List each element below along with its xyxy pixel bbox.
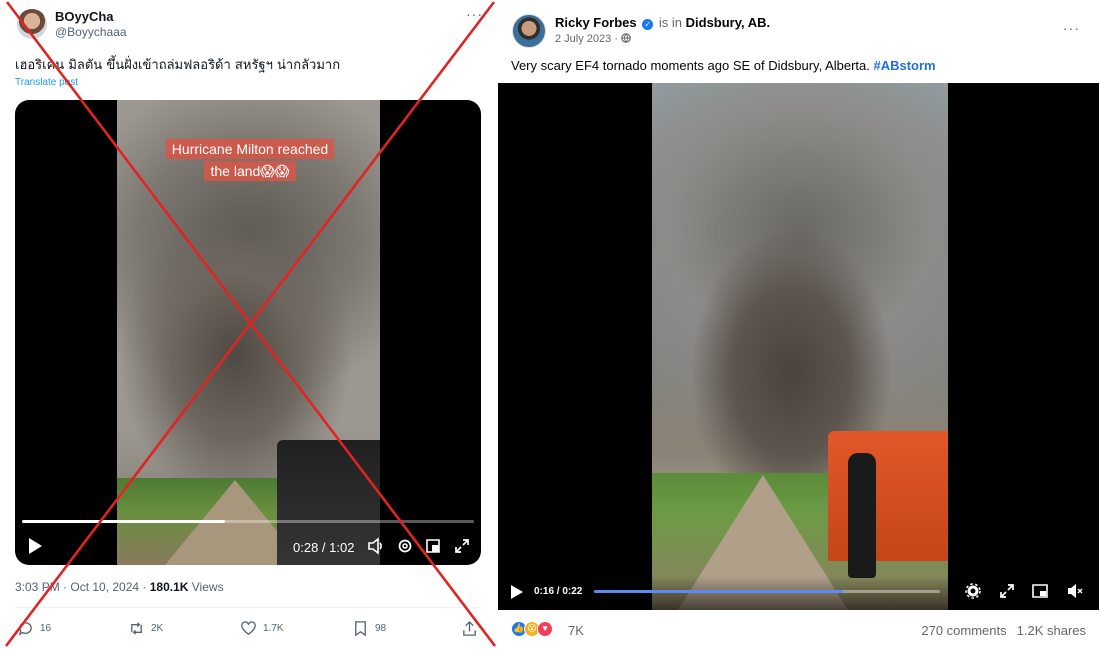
repost-button[interactable]: 2K [128, 620, 163, 637]
fullscreen-icon[interactable] [998, 582, 1016, 600]
video-caption: Hurricane Milton reached the land😱😱 [160, 138, 340, 182]
volume-icon[interactable] [367, 537, 385, 555]
views-count: 180.1K [149, 580, 189, 594]
views-label: Views [188, 580, 224, 594]
share-button[interactable] [461, 620, 478, 637]
heart-icon [241, 621, 256, 635]
video-progress-bar[interactable] [594, 590, 940, 593]
video-truck [828, 431, 948, 561]
love-reaction-icon: ♥ [537, 621, 553, 637]
video-player[interactable]: 0:16 / 0:22 [498, 83, 1099, 610]
video-person [848, 453, 876, 578]
fullscreen-icon[interactable] [453, 537, 471, 555]
share-icon [463, 620, 476, 636]
shares-count[interactable]: 1.2K shares [1017, 623, 1086, 638]
bookmark-icon [355, 621, 366, 637]
more-options-icon[interactable]: ··· [1063, 20, 1080, 36]
like-button[interactable]: 1.7K [240, 620, 284, 637]
like-count: 1.7K [263, 623, 284, 634]
translate-post-link[interactable]: Translate post [15, 77, 78, 88]
post-text: เฮอริเคน มิลตัน ขึ้นฝั่งเข้าถล่มฟลอริด้า… [15, 58, 341, 73]
video-time: 0:28 / 1:02 [293, 540, 355, 555]
mute-icon[interactable] [1066, 582, 1084, 600]
picture-in-picture-icon[interactable] [1031, 582, 1049, 600]
reaction-icons[interactable]: 👍 😮 ♥ [511, 621, 553, 637]
reply-count: 16 [40, 623, 52, 634]
location-name[interactable]: Didsbury, AB. [686, 15, 771, 30]
globe-icon [621, 33, 631, 43]
video-time: 0:16 / 0:22 [534, 586, 583, 597]
post-meta: 3:03 PM · Oct 10, 2024 · 180.1K Views [15, 580, 224, 594]
repost-count: 2K [151, 623, 164, 634]
reply-icon [18, 622, 32, 636]
hashtag-link[interactable]: #ABstorm [873, 58, 935, 73]
user-handle[interactable]: @Boyychaaa [55, 25, 127, 39]
video-progress-bar[interactable] [22, 520, 474, 523]
facebook-post-panel: Ricky Forbes ✓ is in Didsbury, AB. 2 Jul… [497, 0, 1100, 649]
play-icon[interactable] [27, 537, 43, 555]
verified-badge-icon: ✓ [642, 19, 654, 30]
post-date[interactable]: 2 July 2023 · [555, 33, 631, 45]
divider [15, 607, 481, 608]
video-progress-fill [594, 590, 844, 593]
post-date-text: 2 July 2023 · [555, 33, 622, 45]
avatar[interactable] [17, 9, 47, 39]
more-options-icon[interactable]: ··· [466, 6, 483, 22]
video-progress-fill [22, 520, 226, 523]
bookmark-button[interactable]: 98 [352, 620, 386, 637]
picture-in-picture-icon[interactable] [424, 537, 442, 555]
post-body: Very scary EF4 tornado moments ago SE of… [511, 58, 874, 73]
repost-icon [131, 622, 142, 635]
x-post-panel: BOyyCha @Boyychaaa ··· เฮอริเคน มิลตัน ข… [0, 0, 497, 649]
is-in-label: is in [655, 15, 686, 30]
post-stats: 270 comments 1.2K shares [921, 623, 1086, 638]
avatar[interactable] [512, 14, 546, 48]
reply-button[interactable]: 16 [17, 620, 51, 637]
author-name[interactable]: Ricky Forbes [555, 15, 637, 30]
post-header: Ricky Forbes ✓ is in Didsbury, AB. [555, 15, 770, 30]
reaction-count[interactable]: 7K [568, 623, 584, 638]
play-icon[interactable] [510, 584, 524, 600]
post-text: Very scary EF4 tornado moments ago SE of… [511, 58, 936, 73]
comments-count[interactable]: 270 comments [921, 623, 1006, 638]
bookmark-count: 98 [375, 623, 387, 634]
display-name[interactable]: BOyyCha [55, 9, 114, 24]
video-player[interactable]: Hurricane Milton reached the land😱😱 0:28… [15, 100, 481, 565]
settings-gear-icon[interactable] [964, 582, 982, 600]
settings-gear-icon[interactable] [396, 537, 414, 555]
post-timestamp[interactable]: 3:03 PM · Oct 10, 2024 · [15, 580, 150, 594]
